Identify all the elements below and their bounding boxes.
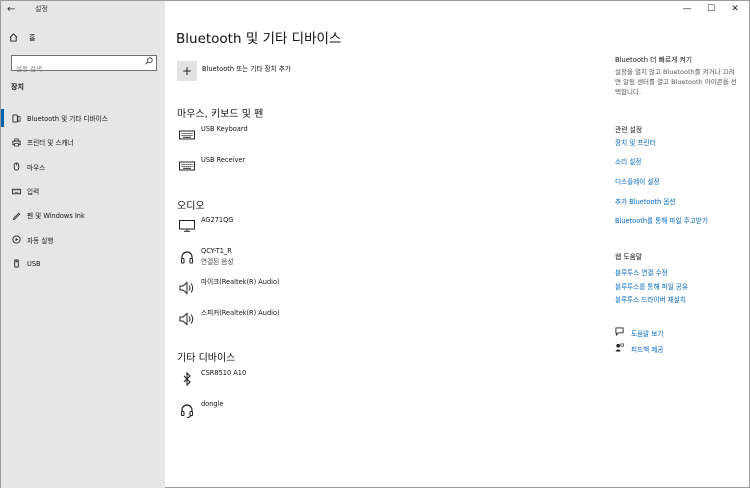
- sidebar-item-bluetooth[interactable]: Bluetooth 및 기타 디바이스: [1, 106, 165, 130]
- give-feedback-label: 피드백 제공: [631, 345, 664, 354]
- autoplay-icon: [11, 235, 21, 245]
- maximize-icon[interactable]: ☐: [699, 1, 723, 17]
- app-title: 설정: [35, 5, 48, 13]
- add-device-button[interactable]: + Bluetooth 또는 기타 장치 추가: [177, 61, 291, 81]
- group-title-audio: 오디오: [177, 201, 205, 212]
- link-more-bluetooth[interactable]: 추가 Bluetooth 옵션: [615, 196, 675, 206]
- get-help-link[interactable]: 도움말 보기: [615, 327, 663, 338]
- speaker-icon: [177, 280, 197, 296]
- sidebar-item-label: 프린터 및 스캐너: [27, 139, 74, 148]
- give-feedback-link[interactable]: 피드백 제공: [615, 343, 663, 354]
- mouse-icon: [11, 162, 21, 172]
- device-item[interactable]: QCY-T1_R 연결된 음성: [177, 247, 233, 266]
- printer-icon: [11, 137, 21, 147]
- feedback-icon: [615, 343, 625, 354]
- device-status: 연결된 음성: [201, 258, 234, 266]
- device-item[interactable]: 마이크(Realtek(R) Audio): [177, 278, 280, 296]
- window-controls: — ☐ ✕: [675, 1, 747, 17]
- device-item[interactable]: CSR8510 A10: [177, 369, 246, 387]
- device-name: USB Receiver: [201, 156, 246, 164]
- sidebar-item-label: 입력: [27, 188, 40, 197]
- usb-icon: [11, 259, 21, 269]
- device-name: 스피커(Realtek(R) Audio): [201, 309, 280, 317]
- link-send-receive-files[interactable]: Bluetooth를 통해 파일 주고받기: [615, 215, 708, 225]
- add-device-label: Bluetooth 또는 기타 장치 추가: [202, 65, 291, 73]
- device-item[interactable]: dongle: [177, 400, 223, 418]
- headset-icon: [177, 402, 197, 418]
- keyboard-icon: [177, 127, 197, 143]
- device-name: 마이크(Realtek(R) Audio): [201, 278, 280, 286]
- sidebar-item-label: Bluetooth 및 기타 디바이스: [27, 115, 108, 124]
- sidebar-item-mouse[interactable]: 마우스: [1, 155, 165, 179]
- sidebar-item-printers[interactable]: 프린터 및 스캐너: [1, 130, 165, 154]
- related-settings-title: 관련 설정: [615, 126, 643, 134]
- device-name: CSR8510 A10: [201, 369, 247, 377]
- back-arrow-icon[interactable]: ←: [7, 3, 23, 17]
- sidebar-item-input[interactable]: 입력: [1, 179, 165, 203]
- headphones-icon: [177, 249, 197, 265]
- close-icon[interactable]: ✕: [723, 1, 747, 17]
- device-name: AG271QG: [201, 216, 234, 224]
- device-item[interactable]: 스피커(Realtek(R) Audio): [177, 309, 280, 327]
- link-fix-bluetooth[interactable]: 블루투스 연결 수정: [615, 267, 668, 277]
- link-reinstall-driver[interactable]: 블루투스 드라이버 재설치: [615, 294, 686, 304]
- settings-window: ← 설정 홈 장치 Bluetooth 및 기타 디바이스: [0, 0, 750, 488]
- page-title: Bluetooth 및 기타 디바이스: [176, 31, 342, 47]
- help-chat-icon: [615, 327, 625, 338]
- link-display-settings[interactable]: 디스플레이 설정: [615, 176, 660, 186]
- titlebar: ← 설정: [1, 1, 165, 19]
- device-item[interactable]: USB Keyboard: [177, 125, 248, 143]
- speaker-icon: [177, 311, 197, 327]
- search-input[interactable]: [12, 62, 138, 76]
- get-help-label: 도움말 보기: [631, 329, 664, 338]
- sidebar-item-autoplay[interactable]: 자동 실행: [1, 227, 165, 251]
- sidebar-section-title: 장치: [11, 83, 24, 91]
- device-item[interactable]: USB Receiver: [177, 156, 245, 174]
- home-icon: [9, 32, 21, 44]
- device-name: dongle: [201, 400, 224, 408]
- sidebar-item-pen[interactable]: 펜 및 Windows Ink: [1, 203, 165, 227]
- sidebar-item-label: 마우스: [27, 163, 46, 172]
- bluetooth-icon: [177, 371, 197, 387]
- link-share-files[interactable]: 블루투스를 통해 파일 공유: [615, 281, 688, 291]
- quick-bluetooth-title: Bluetooth 더 빠르게 켜기: [615, 56, 692, 64]
- pen-icon: [11, 210, 21, 220]
- sidebar-item-label: USB: [27, 259, 41, 268]
- device-name: QCY-T1_R: [201, 247, 232, 255]
- group-title-input-devices: 마우스, 키보드 및 펜: [177, 109, 264, 120]
- home-label: 홈: [29, 34, 36, 42]
- group-title-other-devices: 기타 디바이스: [177, 353, 236, 364]
- device-name: USB Keyboard: [201, 125, 248, 133]
- minimize-icon[interactable]: —: [675, 1, 699, 17]
- sidebar-nav: Bluetooth 및 기타 디바이스 프린터 및 스캐너 마우스 입력 펜 및…: [1, 106, 165, 276]
- plus-icon: +: [177, 61, 197, 81]
- link-sound-settings[interactable]: 소리 설정: [615, 156, 641, 166]
- sidebar: ← 설정 홈 장치 Bluetooth 및 기타 디바이스: [1, 1, 165, 488]
- link-devices-printers[interactable]: 장치 및 프린터: [615, 137, 656, 147]
- monitor-icon: [177, 218, 197, 234]
- home-link[interactable]: 홈: [9, 31, 35, 45]
- sidebar-item-label: 펜 및 Windows Ink: [27, 212, 85, 221]
- keyboard-icon: [177, 158, 197, 174]
- sidebar-item-usb[interactable]: USB: [1, 252, 165, 276]
- bluetooth-device-icon: [11, 113, 21, 123]
- search-icon[interactable]: [145, 57, 153, 67]
- web-help-title: 웹 도움말: [615, 253, 643, 261]
- search-box[interactable]: [11, 55, 157, 76]
- keyboard-icon: [11, 186, 21, 196]
- quick-bluetooth-desc: 설정을 열지 않고 Bluetooth를 켜거나 끄려면 알림 센터를 열고 B…: [615, 68, 737, 96]
- device-item[interactable]: AG271QG: [177, 216, 233, 234]
- sidebar-item-label: 자동 실행: [27, 236, 54, 245]
